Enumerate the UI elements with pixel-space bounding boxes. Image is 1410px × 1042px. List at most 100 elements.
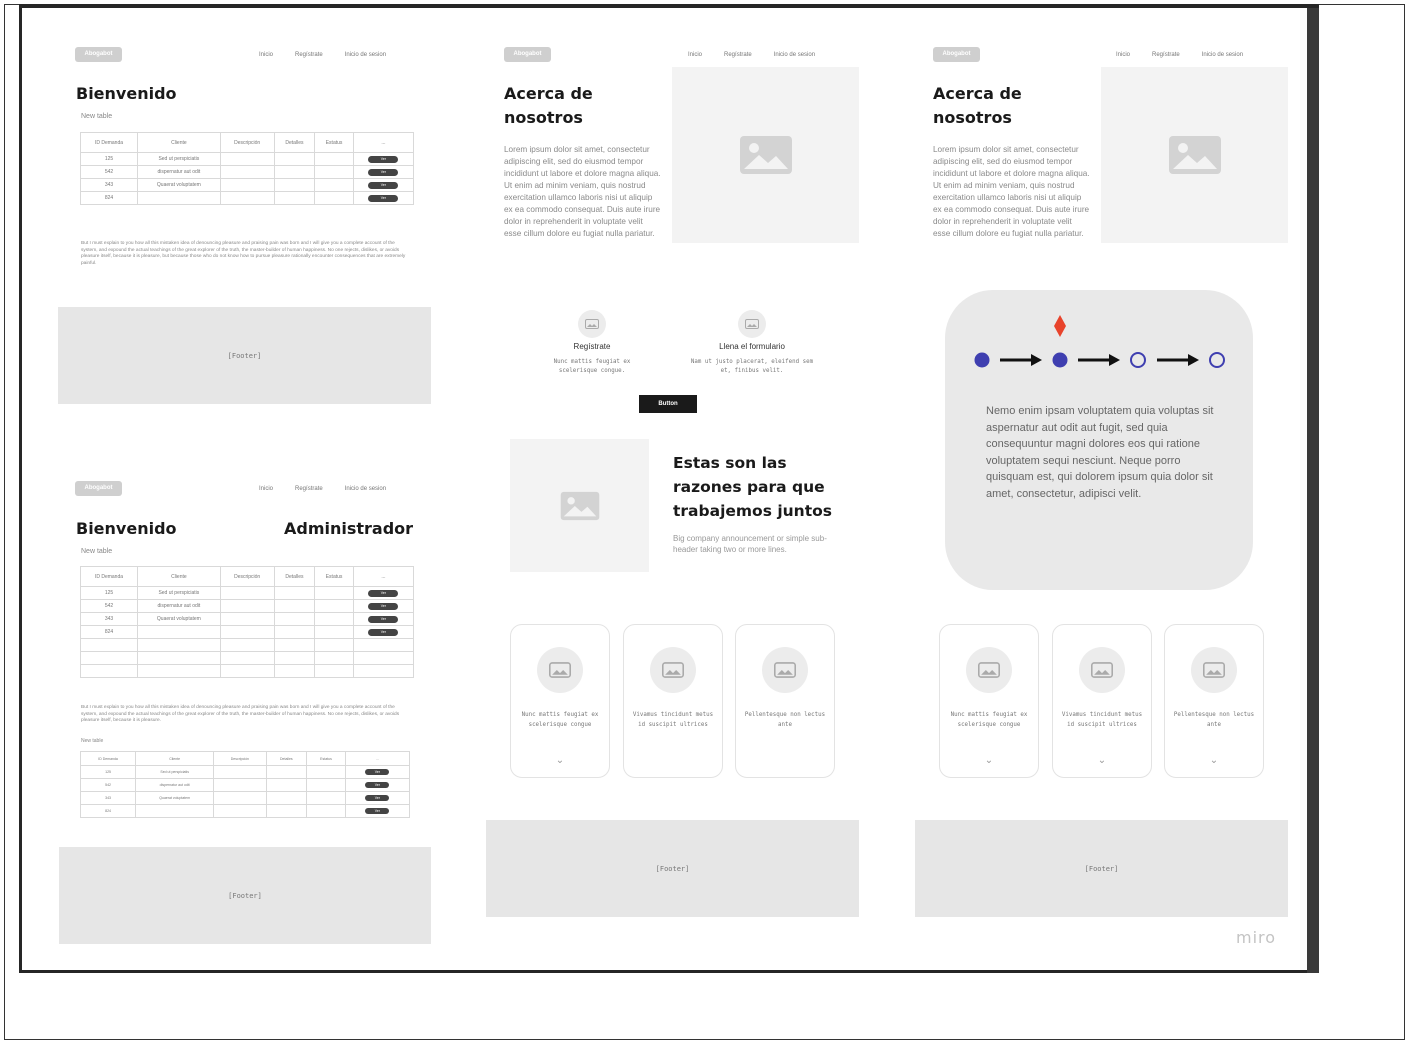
feature-card[interactable]: Pellentesque non lectus ante [735,624,835,778]
chevron-down-icon[interactable]: ⌄ [1165,755,1263,766]
feature-card[interactable]: Vivamus tincidunt metus id suscipit ultr… [623,624,723,778]
brand-logo[interactable]: Abogabot [933,47,980,62]
cell: Ver [344,778,411,792]
cell: 343 [79,791,137,805]
feature-card[interactable]: Pellentesque non lectus ante ⌄ [1164,624,1264,778]
cell [314,191,354,205]
nav-login[interactable]: Inicio de sesion [345,52,386,58]
cell [273,664,316,678]
view-button[interactable]: Ver [368,615,399,623]
nav-registrate[interactable]: Regístrate [295,52,323,58]
about-progress-frame: Abogabot Inicio Regístrate Inicio de ses… [882,8,1312,962]
nav-registrate[interactable]: Regístrate [724,52,752,58]
chevron-down-icon[interactable]: ⌄ [1053,755,1151,766]
card-icon-circle [1191,647,1237,693]
table-row: 542 dispernatur aut odit Ver [80,165,415,179]
cell [314,612,354,626]
view-button[interactable]: Ver [365,795,390,801]
brand-logo[interactable]: Abogabot [504,47,551,62]
cell [273,625,316,639]
image-placeholder-icon [662,662,684,678]
nav-registrate[interactable]: Regístrate [1152,52,1180,58]
col-more: ... [352,566,415,587]
image-placeholder-icon [549,662,571,678]
cell [306,765,346,779]
progress-tracker [974,315,1225,368]
nav-login[interactable]: Inicio de sesion [1202,52,1243,58]
cell [273,165,316,179]
nav-inicio[interactable]: Inicio [259,52,273,58]
feature-card[interactable]: Nunc mattis feugiat ex scelerisque congu… [510,624,610,778]
reasons-image [510,439,649,572]
view-button[interactable]: Ver [368,602,399,610]
view-button[interactable]: Ver [368,181,399,189]
view-button[interactable]: Ver [365,782,390,788]
nav-inicio[interactable]: Inicio [688,52,702,58]
miro-board[interactable]: Abogabot Inicio Regístrate Inicio de ses… [19,4,1319,973]
view-button[interactable]: Ver [368,628,399,636]
cell [306,791,346,805]
cell [80,638,138,652]
admin-secondary-table: ID Demanda Cliente Descripción Detalles Esta… [79,751,411,818]
chevron-down-icon[interactable]: ⌄ [511,755,609,766]
cell: dispernatur aut odit [137,165,221,179]
cell [137,191,221,205]
image-placeholder-icon [739,136,792,174]
cell [265,765,308,779]
reasons-subheader: Big company announcement or simple sub-h… [673,534,827,554]
cell: Quaerat voluptatem [137,612,221,626]
cell [219,625,275,639]
reasons-title: Estas son las razones para que trabajemo… [673,454,832,520]
admin-frame: Abogabot Inicio Regístrate Inicio de ses… [22,442,452,962]
arrow-head-icon [1109,354,1120,366]
nav-login[interactable]: Inicio de sesion [774,52,815,58]
card-icon-circle [537,647,583,693]
cell [273,612,316,626]
nav-registrate[interactable]: Regístrate [295,486,323,492]
progress-text: Nemo enim ipsam voluptatem quia voluptas… [986,405,1214,500]
view-button[interactable]: Ver [368,168,399,176]
about-title: Acerca de nosotros [933,84,1022,127]
nav-inicio[interactable]: Inicio [259,486,273,492]
view-button[interactable]: Ver [368,589,399,597]
cell [219,586,275,600]
view-button[interactable]: Ver [365,808,390,814]
table-row: 343 Quaerat voluptatem Ver [79,791,411,805]
cell: Ver [352,599,415,613]
cell [273,638,316,652]
feature-card[interactable]: Vivamus tincidunt metus id suscipit ultr… [1052,624,1152,778]
view-button[interactable]: Ver [368,194,399,202]
arrow-head-icon [1031,354,1042,366]
card-icon-circle [650,647,696,693]
table-title: New table [81,113,113,120]
view-button[interactable]: Ver [365,769,390,775]
card-text: Nunc mattis feugiat ex scelerisque congu… [521,712,599,728]
cell: 824 [80,625,138,639]
cell [219,599,275,613]
feature-card[interactable]: Nunc mattis feugiat ex scelerisque congu… [939,624,1039,778]
table-row: 343 Quaerat voluptatem Ver [80,612,415,626]
cell: 343 [80,178,138,192]
nav-login[interactable]: Inicio de sesion [345,486,386,492]
brand-logo[interactable]: Abogabot [75,47,122,62]
step-dot-3 [1130,352,1146,368]
about-title: Acerca de nosotros [504,84,593,127]
step-icon-circle [738,310,766,338]
nav-inicio[interactable]: Inicio [1116,52,1130,58]
cell [314,586,354,600]
home-frame: Abogabot Inicio Regístrate Inicio de ses… [22,8,452,428]
footer: [Footer] [915,820,1288,917]
cell [314,599,354,613]
cell [135,804,215,818]
col-detalles: Detalles [273,566,316,587]
chevron-down-icon[interactable]: ⌄ [940,755,1038,766]
view-button[interactable]: Ver [368,155,399,163]
table-row [80,638,415,652]
brand-logo[interactable]: Abogabot [75,481,122,496]
about-frame: Abogabot Inicio Regístrate Inicio de ses… [452,8,882,962]
cell [352,651,415,665]
board-scrollbar[interactable] [1307,8,1319,973]
table-header: ID Demanda Cliente Descripción Detalles … [80,566,415,587]
primary-button[interactable]: Button [639,395,697,413]
page-title: Bienvenido [76,84,177,103]
